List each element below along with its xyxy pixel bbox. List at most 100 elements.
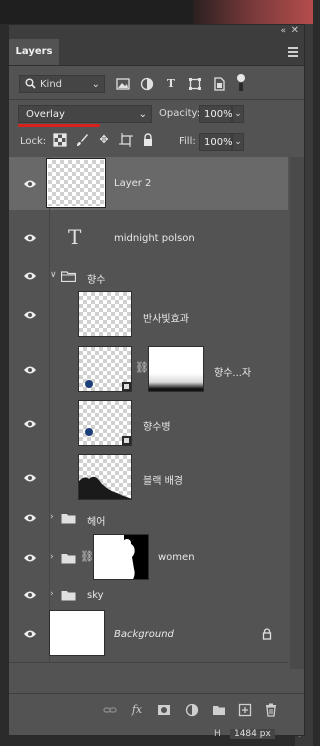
image-filter-icon[interactable] xyxy=(116,77,130,91)
lock-label: Lock: xyxy=(20,136,47,147)
layer-name: Layer 2 xyxy=(114,178,152,189)
layer-group-row[interactable]: ∨ 향수 xyxy=(9,266,288,288)
visibility-eye-icon[interactable] xyxy=(23,473,37,483)
smart-object-badge-icon xyxy=(122,436,131,445)
collapse-icon[interactable]: « xyxy=(280,26,286,36)
bottle-shape xyxy=(85,380,93,388)
adjustment-layer-icon[interactable] xyxy=(185,703,199,717)
visibility-eye-icon[interactable] xyxy=(23,629,37,639)
lock-artboard-icon[interactable] xyxy=(119,133,133,147)
opacity-input[interactable]: 100% xyxy=(199,105,233,123)
new-layer-icon[interactable] xyxy=(238,703,252,717)
lock-position-icon[interactable]: ✥ xyxy=(97,133,111,147)
layer-thumbnail xyxy=(78,291,132,337)
height-value[interactable]: 1484 px xyxy=(229,729,275,739)
visibility-eye-icon[interactable] xyxy=(23,271,37,281)
visibility-eye-icon[interactable] xyxy=(23,310,37,320)
layers-list: Layer 2 T midnight polson ∨ 향수 반사빛효과 ⛓ 향… xyxy=(9,157,288,669)
layer-thumbnail xyxy=(78,400,132,446)
app-background-top xyxy=(0,0,313,24)
layer-row[interactable]: ⛓ 향수...자 xyxy=(9,343,288,398)
layers-scrollbar[interactable] xyxy=(290,157,304,669)
add-mask-icon[interactable] xyxy=(157,703,171,717)
filter-kind-select[interactable]: Kind ⌄ xyxy=(19,75,105,93)
link-chain-icon[interactable]: ⛓ xyxy=(135,361,149,374)
layers-bottom-toolbar: fx xyxy=(9,697,304,721)
layer-group-row[interactable]: › 헤어 xyxy=(9,505,288,532)
link-layers-icon[interactable] xyxy=(103,703,117,717)
filter-toggle[interactable] xyxy=(237,74,245,92)
layer-thumbnail xyxy=(49,610,105,656)
new-group-icon[interactable] xyxy=(212,703,226,717)
visibility-eye-icon[interactable] xyxy=(23,179,37,189)
lock-image-pixels-icon[interactable] xyxy=(75,133,89,147)
chevron-down-icon: ⌄ xyxy=(91,79,100,90)
blend-mode-value: Overlay xyxy=(26,109,65,120)
panel-tab-row: Layers xyxy=(9,39,304,66)
folder-icon xyxy=(61,554,76,564)
layer-group-row[interactable]: › ⛓ women xyxy=(9,531,288,586)
visibility-eye-icon[interactable] xyxy=(23,513,37,523)
opacity-dropdown-button[interactable]: ⌄ xyxy=(232,105,244,123)
visibility-eye-icon[interactable] xyxy=(23,365,37,375)
panel-menu-icon[interactable] xyxy=(288,47,298,59)
layer-mask-thumbnail[interactable] xyxy=(148,346,204,392)
layer-name: 향수...자 xyxy=(214,368,252,379)
layer-thumbnail xyxy=(78,346,132,392)
smart-object-filter-icon[interactable] xyxy=(212,77,226,91)
tab-layers[interactable]: Layers xyxy=(9,39,59,65)
black-smoke-shape xyxy=(79,476,131,499)
chevron-right-icon[interactable]: › xyxy=(50,589,54,599)
panel-titlebar: « ✕ xyxy=(9,25,304,39)
search-icon xyxy=(25,78,36,89)
layer-name: 반사빛효과 xyxy=(143,314,189,325)
visibility-eye-icon[interactable] xyxy=(23,553,37,563)
layer-name: 향수 xyxy=(87,275,106,286)
layer-name: 향수병 xyxy=(143,422,171,433)
visibility-eye-icon[interactable] xyxy=(23,233,37,243)
layer-row[interactable]: 향수병 xyxy=(9,397,288,452)
layer-name: sky xyxy=(87,590,104,601)
lock-icon[interactable] xyxy=(262,628,272,640)
fill-dropdown-button[interactable]: ⌄ xyxy=(232,133,244,151)
layer-row[interactable]: Layer 2 xyxy=(9,157,288,211)
layer-thumbnail xyxy=(78,454,132,500)
layer-row[interactable]: 블랙 배경 xyxy=(9,451,288,506)
type-layer-icon: T xyxy=(68,225,82,249)
visibility-eye-icon[interactable] xyxy=(23,419,37,429)
blend-mode-select[interactable]: Overlay ⌄ xyxy=(18,105,152,123)
type-filter-icon[interactable]: T xyxy=(164,77,178,91)
bottle-shape xyxy=(85,428,93,436)
layer-row[interactable]: Background xyxy=(9,606,288,663)
fill-label: Fill: xyxy=(179,136,196,147)
fx-icon[interactable]: fx xyxy=(130,703,144,717)
visibility-eye-icon[interactable] xyxy=(23,590,37,600)
lock-transparent-pixels-icon[interactable] xyxy=(53,133,67,147)
layer-mask-thumbnail[interactable] xyxy=(93,534,149,580)
chevron-down-icon: ⌄ xyxy=(138,109,147,120)
layer-name: midnight polson xyxy=(114,233,195,244)
layer-name: 헤어 xyxy=(87,517,106,528)
fill-input[interactable]: 100% xyxy=(199,133,233,151)
adjustment-filter-icon[interactable] xyxy=(140,77,154,91)
folder-open-icon xyxy=(61,271,76,282)
lock-all-icon[interactable] xyxy=(141,133,155,147)
red-underline-annotation xyxy=(18,124,100,127)
chevron-down-icon[interactable]: ∨ xyxy=(50,270,57,280)
woman-silhouette-mask xyxy=(94,535,135,579)
layer-thumbnail xyxy=(46,158,106,208)
layer-row[interactable]: T midnight polson xyxy=(9,210,288,267)
chevron-right-icon[interactable]: › xyxy=(50,552,54,562)
layer-row[interactable]: 반사빛효과 xyxy=(9,287,288,344)
canvas-glimpse xyxy=(193,0,313,24)
shape-filter-icon[interactable] xyxy=(188,77,202,91)
filter-kind-label: Kind xyxy=(40,79,63,90)
layers-panel: « ✕ Layers Kind ⌄ T Overlay ⌄ Opacity: 1… xyxy=(8,24,305,736)
chevron-right-icon[interactable]: › xyxy=(50,512,54,522)
close-icon[interactable]: ✕ xyxy=(291,25,299,36)
link-chain-icon[interactable]: ⛓ xyxy=(80,550,94,563)
smart-object-badge-icon xyxy=(122,382,131,391)
layer-name: women xyxy=(158,552,195,563)
layer-group-row[interactable]: › sky xyxy=(9,585,288,607)
delete-layer-icon[interactable] xyxy=(264,703,278,717)
